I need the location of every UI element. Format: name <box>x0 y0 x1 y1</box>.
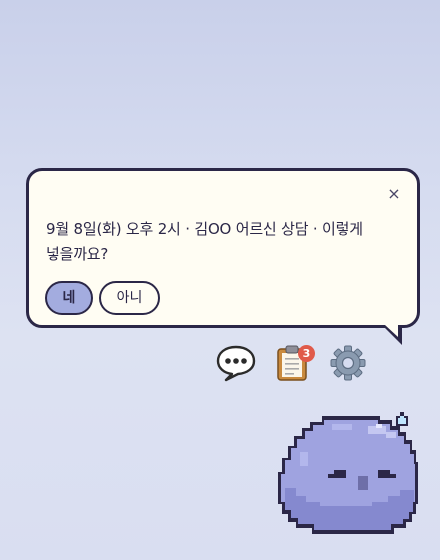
chat-button[interactable] <box>216 344 256 382</box>
settings-button[interactable] <box>328 344 368 382</box>
confirmation-message: 9월 8일(화) 오후 2시 · 김OO 어르신 상담 · 이렇게 넣을까요? <box>46 217 386 267</box>
message-line-2: 넣을까요? <box>46 245 109 263</box>
close-button[interactable]: × <box>385 185 403 203</box>
speech-balloon-icon <box>216 344 256 382</box>
confirmation-bubble: × 9월 8일(화) 오후 2시 · 김OO 어르신 상담 · 이렇게 넣을까요… <box>26 168 420 328</box>
blob-mascot[interactable] <box>276 410 422 542</box>
gear-icon <box>328 344 368 382</box>
tasks-count-badge: 3 <box>298 345 315 362</box>
no-button[interactable]: 아니 <box>99 281 160 315</box>
yes-button[interactable]: 네 <box>45 281 93 315</box>
message-line-1: 9월 8일(화) 오후 2시 · 김OO 어르신 상담 · 이렇게 <box>46 220 363 238</box>
close-icon: × <box>387 184 401 203</box>
